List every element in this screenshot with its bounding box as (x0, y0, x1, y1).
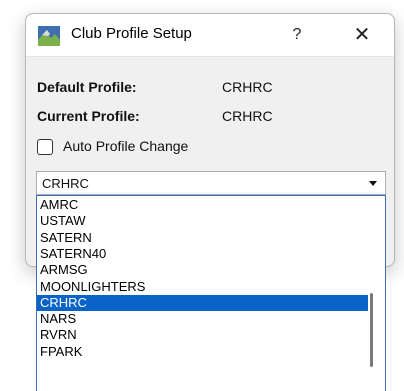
close-button[interactable]: ✕ (344, 22, 380, 48)
scrollbar-thumb[interactable] (370, 293, 373, 367)
profile-combobox[interactable]: CRHRC (36, 171, 386, 195)
dropdown-item[interactable]: SATERN (37, 230, 368, 246)
dropdown-item[interactable]: RVRN (37, 327, 368, 343)
dropdown-item[interactable]: CRHRC (37, 294, 368, 311)
auto-profile-change-label[interactable]: Auto Profile Change (63, 138, 188, 154)
help-button[interactable]: ? (282, 22, 312, 48)
chevron-down-icon[interactable] (369, 181, 377, 186)
current-profile-label: Current Profile: (37, 108, 140, 124)
dropdown-item[interactable]: NARS (37, 311, 368, 327)
default-profile-value: CRHRC (222, 79, 273, 95)
default-profile-label: Default Profile: (37, 79, 137, 95)
dropdown-item[interactable]: MOONLIGHTERS (37, 279, 368, 295)
current-profile-value: CRHRC (222, 108, 273, 124)
combobox-selected-value: CRHRC (42, 176, 89, 191)
dropdown-item[interactable]: SATERN40 (37, 246, 368, 262)
profile-dropdown-list[interactable]: AMRC USTAW SATERN SATERN40 ARMSG MOONLIGHTERS… (36, 195, 386, 391)
title-bar: Club Profile Setup ? ✕ (26, 14, 394, 57)
dropdown-item[interactable]: ARMSG (37, 262, 368, 278)
app-icon (38, 26, 60, 46)
window-title: Club Profile Setup (71, 25, 192, 42)
dropdown-item[interactable]: AMRC (37, 197, 368, 213)
dropdown-item[interactable]: FPARK (37, 344, 368, 360)
dropdown-item[interactable]: USTAW (37, 213, 368, 229)
auto-profile-change-checkbox[interactable] (37, 139, 53, 155)
